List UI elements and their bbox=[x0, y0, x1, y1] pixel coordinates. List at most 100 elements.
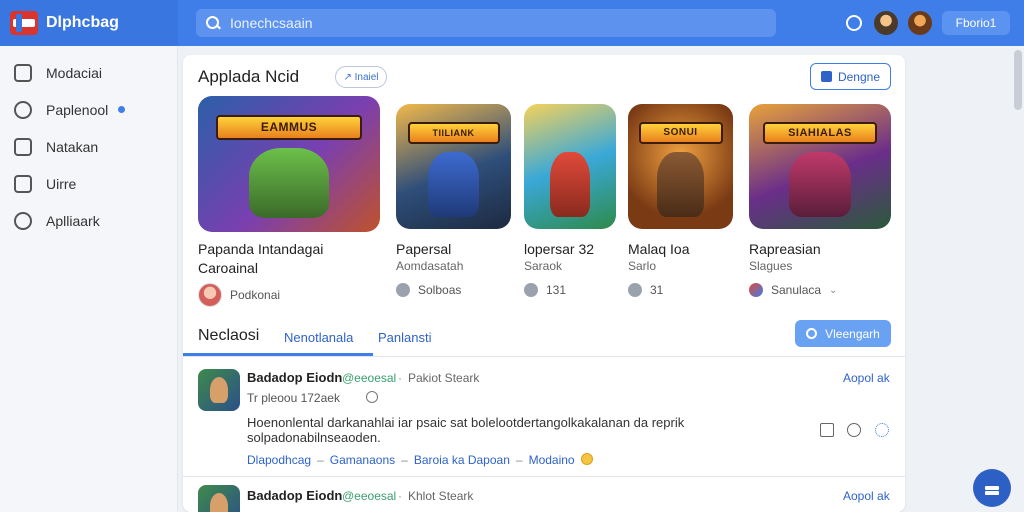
compose-fab[interactable] bbox=[973, 469, 1011, 507]
post-avatar[interactable] bbox=[198, 485, 240, 512]
user-avatar-1[interactable] bbox=[874, 11, 898, 35]
game-subtitle: Sarlo bbox=[628, 259, 657, 273]
search-bar[interactable]: Ionechcsaain bbox=[196, 9, 776, 37]
game-thumbnail[interactable]: SIAHIALAS bbox=[749, 104, 891, 229]
game-card-5[interactable]: SIAHIALAS bbox=[749, 104, 891, 229]
game-title[interactable]: Papersal bbox=[396, 241, 451, 257]
help-icon[interactable] bbox=[846, 15, 862, 31]
game-thumbnail[interactable]: SONUI bbox=[628, 104, 733, 229]
sidebar-item-5[interactable]: Aplliaark bbox=[0, 202, 177, 239]
download-icon bbox=[820, 71, 832, 82]
game-logo: SONUI bbox=[638, 121, 723, 144]
section-action-button[interactable]: Dengne bbox=[810, 63, 891, 90]
game-meta-text: Solboas bbox=[418, 283, 462, 297]
game-card-3[interactable] bbox=[524, 104, 616, 229]
grid-icon bbox=[14, 137, 32, 156]
post-tag[interactable]: Dlapodhcag bbox=[247, 453, 311, 467]
game-logo: SIAHIALAS bbox=[763, 121, 877, 144]
tag-separator: – bbox=[317, 453, 324, 467]
main-panel: Applada Ncid ↗ Inaiel Dengne EAMMUS Papa… bbox=[183, 55, 905, 512]
post-author[interactable]: Badadop Eiodn bbox=[247, 370, 342, 385]
game-logo: TIILIANK bbox=[407, 121, 500, 144]
app-title: Dlphcbag bbox=[46, 14, 119, 31]
game-thumbnail[interactable]: EAMMUS bbox=[198, 96, 380, 232]
game-meta-text: 131 bbox=[546, 283, 567, 297]
sidebar-item-label: Natakan bbox=[46, 138, 99, 155]
tab-1[interactable]: Neclaosi bbox=[198, 327, 259, 345]
post-body: Hoenonlental darkanahlai iar psaic sat b… bbox=[247, 415, 685, 445]
top-bar: Dlphcbag Ionechcsaain Fborio1 bbox=[0, 0, 1024, 46]
tab-3[interactable]: Panlansti bbox=[378, 330, 431, 345]
sidebar-item-2[interactable]: Paplenool bbox=[0, 91, 177, 128]
tab-2[interactable]: Nenotlanala bbox=[284, 330, 353, 345]
game-meta: 31 bbox=[628, 283, 663, 297]
game-subtitle: Aomdasatah bbox=[396, 259, 464, 273]
game-title-line2: Caroainal bbox=[198, 260, 258, 276]
post-extra: Khlot Steark bbox=[408, 489, 474, 503]
game-subtitle: Saraok bbox=[524, 259, 563, 273]
globe-icon bbox=[366, 391, 378, 403]
post-timestamp: Tr pleoou 172aek bbox=[247, 391, 340, 405]
settings-icon[interactable] bbox=[875, 423, 889, 437]
sidebar-item-1[interactable]: Modaciai bbox=[0, 54, 177, 91]
sidebar-item-3[interactable]: Natakan bbox=[0, 128, 177, 165]
post-tag[interactable]: Modaino bbox=[529, 453, 575, 467]
post-tag[interactable]: Gamanaons bbox=[330, 453, 395, 467]
game-character bbox=[549, 151, 591, 217]
game-character bbox=[788, 151, 852, 217]
sidebar-item-label: Aplliaark bbox=[46, 212, 100, 229]
game-meta: 131 bbox=[524, 283, 566, 297]
tag-separator: – bbox=[515, 453, 523, 467]
filter-button[interactable]: Vleengarh bbox=[795, 320, 891, 347]
filter-button-label: Vleengarh bbox=[825, 326, 880, 341]
post-avatar[interactable] bbox=[198, 369, 240, 411]
search-icon bbox=[206, 16, 220, 30]
game-title[interactable]: Rapreasian bbox=[749, 241, 821, 257]
publisher-avatar[interactable] bbox=[198, 283, 222, 307]
post-separator: · bbox=[398, 489, 402, 503]
game-card-1[interactable]: EAMMUS bbox=[198, 96, 380, 232]
top-action-button-label: Fborio1 bbox=[955, 16, 997, 30]
game-title[interactable]: Malaq Ioa bbox=[628, 241, 689, 257]
game-meta-text: Sanulaca bbox=[771, 283, 822, 297]
game-title[interactable]: lopersar 32 bbox=[524, 241, 594, 257]
game-character bbox=[657, 151, 704, 217]
thumb-icon bbox=[628, 283, 642, 297]
game-card-4[interactable]: SONUI bbox=[628, 104, 733, 229]
sidebar-item-4[interactable]: Uirre bbox=[0, 165, 177, 202]
app-logo-icon bbox=[10, 11, 38, 35]
search-input[interactable]: Ionechcsaain bbox=[230, 15, 313, 31]
game-thumbnail[interactable]: TIILIANK bbox=[396, 104, 511, 229]
game-character bbox=[428, 151, 479, 217]
app-logo[interactable]: Dlphcbag bbox=[0, 0, 178, 46]
post-link[interactable]: Aopol ak bbox=[843, 371, 890, 385]
game-title[interactable]: Papanda Intandagai bbox=[198, 241, 323, 257]
game-meta-text: Podkonai bbox=[230, 288, 281, 302]
section-chip[interactable]: ↗ Inaiel bbox=[335, 66, 387, 88]
post-handle[interactable]: @eeoesal bbox=[342, 371, 396, 385]
comment-icon bbox=[396, 283, 410, 297]
user-avatar-2[interactable] bbox=[908, 11, 932, 35]
game-meta: Podkonai bbox=[198, 283, 280, 307]
home-icon bbox=[14, 63, 32, 82]
post-extra: Pakiot Steark bbox=[408, 371, 480, 385]
people-icon bbox=[14, 100, 32, 119]
post-author[interactable]: Badadop Eiodn bbox=[247, 488, 342, 503]
game-thumbnail[interactable] bbox=[524, 104, 616, 229]
chevron-down-icon[interactable]: ⌄ bbox=[829, 285, 837, 296]
search-icon bbox=[806, 328, 818, 339]
sidebar-item-label: Uirre bbox=[46, 175, 77, 192]
top-action-button[interactable]: Fborio1 bbox=[942, 11, 1010, 35]
emoji-icon bbox=[580, 453, 593, 465]
sidebar-item-label: Paplenool bbox=[46, 101, 109, 118]
game-meta: Sanulaca ⌄ bbox=[749, 283, 837, 297]
post-link[interactable]: Aopol ak bbox=[843, 489, 890, 503]
refresh-icon[interactable] bbox=[847, 423, 861, 437]
post-tag[interactable]: Baroia ka Dapoan bbox=[414, 453, 510, 467]
game-meta-text: 31 bbox=[650, 283, 664, 297]
post-handle[interactable]: @eeoesal bbox=[342, 489, 396, 503]
game-card-2[interactable]: TIILIANK bbox=[396, 104, 511, 229]
bookmark-icon[interactable] bbox=[820, 423, 834, 437]
scrollbar[interactable] bbox=[1014, 50, 1022, 110]
notification-dot bbox=[116, 104, 127, 115]
